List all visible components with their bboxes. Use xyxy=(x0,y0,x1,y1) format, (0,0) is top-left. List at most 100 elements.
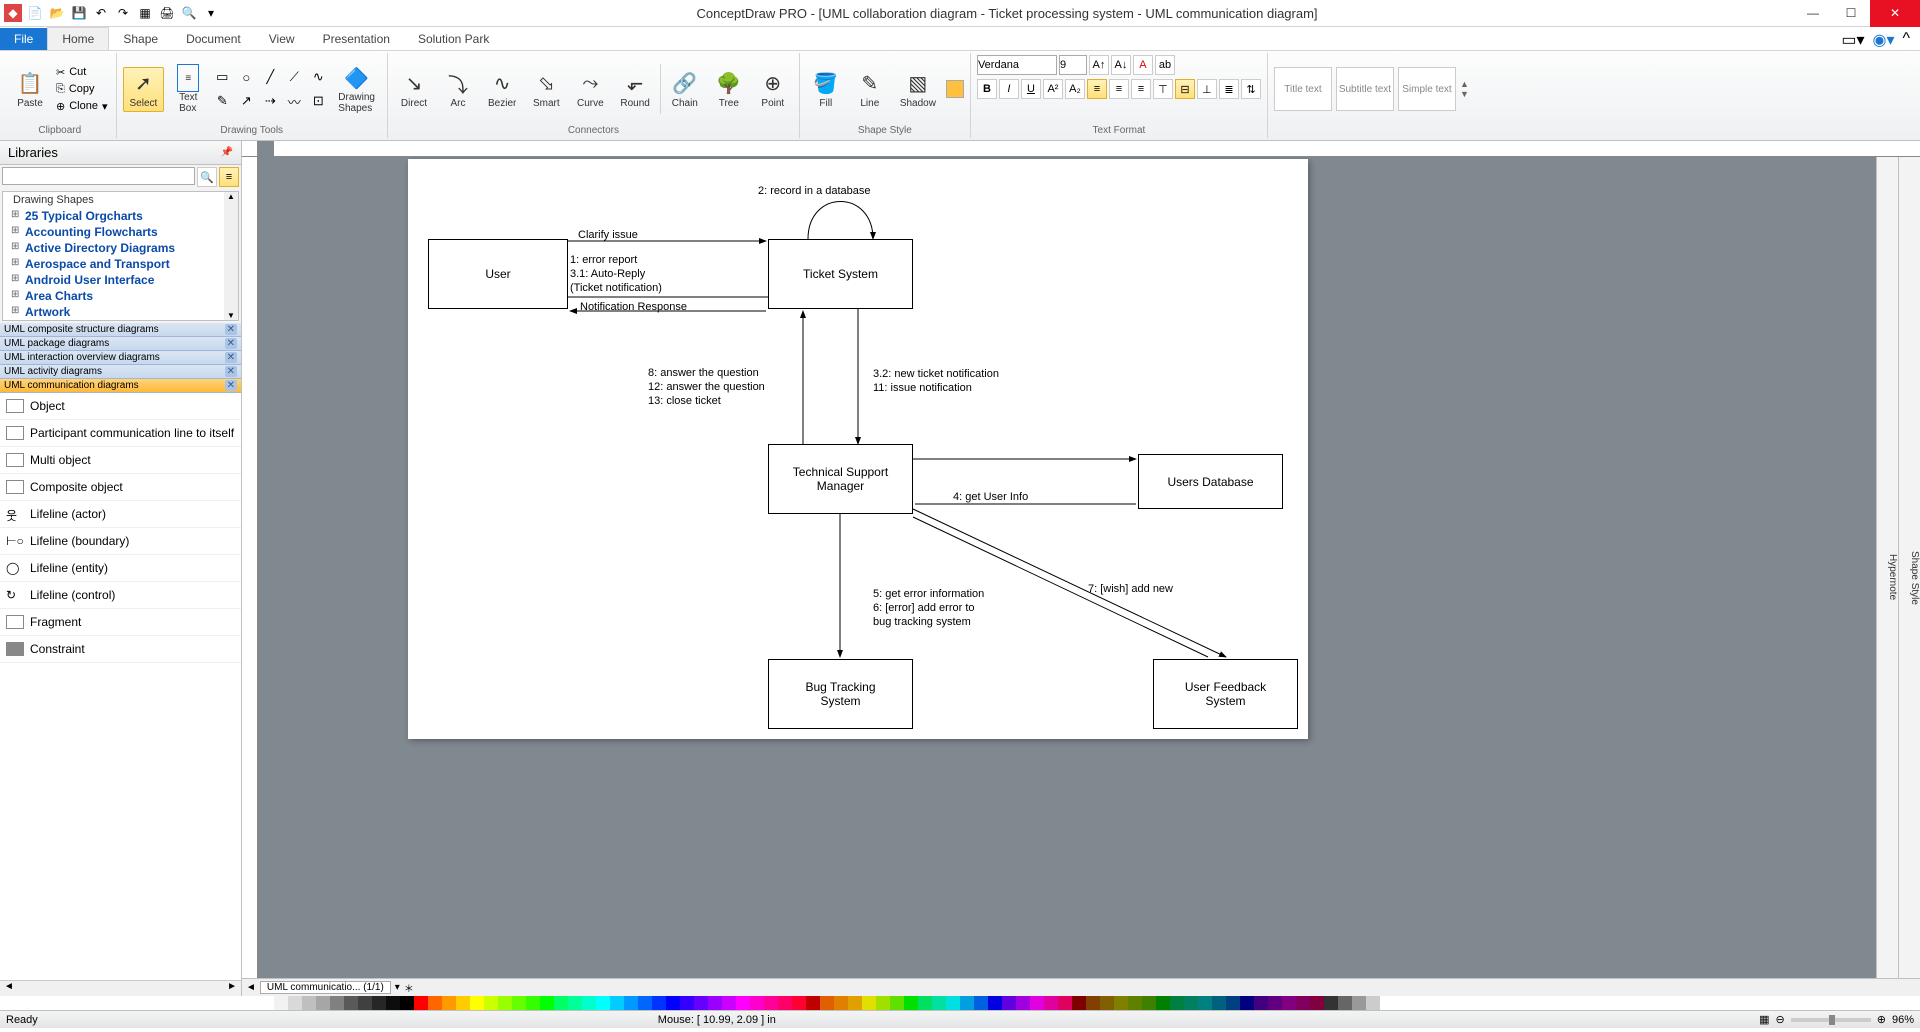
textbox-button[interactable]: ≡Text Box xyxy=(168,62,208,116)
close-icon[interactable]: ✕ xyxy=(225,366,237,377)
line-spacing-button[interactable]: ≣ xyxy=(1219,79,1239,99)
node-bug[interactable]: Bug Tracking System xyxy=(768,659,913,729)
italic-button[interactable]: I xyxy=(999,79,1019,99)
connector-tool-icon[interactable]: ⇢ xyxy=(260,91,280,111)
pin-icon[interactable]: 📌 xyxy=(221,147,233,158)
shape-item[interactable]: Object xyxy=(0,393,241,420)
pen-tool-icon[interactable]: ✎ xyxy=(212,91,232,111)
color-swatch[interactable] xyxy=(1002,996,1016,1010)
shape-item[interactable]: ↻Lifeline (control) xyxy=(0,582,241,609)
rect-tool-icon[interactable]: ▭ xyxy=(212,67,232,87)
grid-icon[interactable]: ▦ xyxy=(136,4,154,22)
arrow-tool-icon[interactable]: ↗ xyxy=(236,91,256,111)
direct-button[interactable]: ↘Direct xyxy=(394,68,434,111)
minimize-button[interactable]: — xyxy=(1794,0,1832,27)
hypernote-pane[interactable]: Hypernote xyxy=(1876,157,1898,978)
color-swatch[interactable] xyxy=(764,996,778,1010)
node-tsm[interactable]: Technical Support Manager xyxy=(768,444,913,514)
align-right-button[interactable]: ≡ xyxy=(1131,79,1151,99)
lib-tab-active[interactable]: UML communication diagrams✕ xyxy=(0,379,241,393)
tab-solutionpark[interactable]: Solution Park xyxy=(404,28,503,50)
color-swatch[interactable] xyxy=(722,996,736,1010)
color-swatch[interactable] xyxy=(932,996,946,1010)
color-swatch[interactable] xyxy=(624,996,638,1010)
sidebar-hscroll[interactable]: ◄► xyxy=(0,980,241,996)
color-swatch[interactable] xyxy=(274,996,288,1010)
copy-button[interactable]: ⎘Copy xyxy=(54,82,110,97)
color-swatch[interactable] xyxy=(1254,996,1268,1010)
color-swatch[interactable] xyxy=(834,996,848,1010)
print-icon[interactable]: 🖨 xyxy=(158,4,176,22)
color-swatch[interactable] xyxy=(484,996,498,1010)
color-swatch[interactable] xyxy=(1268,996,1282,1010)
color-swatch[interactable] xyxy=(960,996,974,1010)
color-swatch[interactable] xyxy=(442,996,456,1010)
zoom-level[interactable]: 96% xyxy=(1892,1014,1914,1026)
point-button[interactable]: ⊕Point xyxy=(753,68,793,111)
color-swatch[interactable] xyxy=(638,996,652,1010)
shape-item[interactable]: Fragment xyxy=(0,609,241,636)
color-swatch[interactable] xyxy=(946,996,960,1010)
color-swatch[interactable] xyxy=(1338,996,1352,1010)
collapse-ribbon-icon[interactable]: ^ xyxy=(1902,30,1910,50)
color-swatch[interactable] xyxy=(1198,996,1212,1010)
color-swatch[interactable] xyxy=(708,996,722,1010)
shape-item[interactable]: ⊢○Lifeline (boundary) xyxy=(0,528,241,555)
color-swatch[interactable] xyxy=(554,996,568,1010)
lib-tab[interactable]: UML interaction overview diagrams✕ xyxy=(0,351,241,365)
shape-item[interactable]: Participant communication line to itself xyxy=(0,420,241,447)
tree-button[interactable]: 🌳Tree xyxy=(709,68,749,111)
color-swatch[interactable] xyxy=(1156,996,1170,1010)
cut-button[interactable]: ✂Cut xyxy=(54,65,110,80)
color-swatch[interactable] xyxy=(1100,996,1114,1010)
tab-home[interactable]: Home xyxy=(47,27,109,50)
chain-button[interactable]: 🔗Chain xyxy=(665,68,705,111)
color-swatch[interactable] xyxy=(1226,996,1240,1010)
paste-button[interactable]: 📋Paste xyxy=(10,68,50,111)
color-swatch[interactable] xyxy=(610,996,624,1010)
close-icon[interactable]: ✕ xyxy=(225,338,237,349)
color-swatch[interactable] xyxy=(596,996,610,1010)
color-swatch[interactable] xyxy=(1310,996,1324,1010)
decrease-font-button[interactable]: A↓ xyxy=(1111,55,1131,75)
color-swatch[interactable] xyxy=(946,80,964,98)
color-swatch[interactable] xyxy=(512,996,526,1010)
color-swatch[interactable] xyxy=(904,996,918,1010)
color-swatch[interactable] xyxy=(862,996,876,1010)
color-swatch[interactable] xyxy=(1170,996,1184,1010)
color-swatch[interactable] xyxy=(876,996,890,1010)
qat-dropdown-icon[interactable]: ▾ xyxy=(202,4,220,22)
highlight-button[interactable]: ab xyxy=(1155,55,1175,75)
zoom-in-icon[interactable]: ⊕ xyxy=(1877,1013,1886,1026)
zoom-out-icon[interactable]: ⊖ xyxy=(1776,1013,1785,1026)
fill-button[interactable]: 🪣Fill xyxy=(806,68,846,111)
color-swatch[interactable] xyxy=(778,996,792,1010)
font-name-select[interactable] xyxy=(977,55,1057,75)
color-swatch[interactable] xyxy=(652,996,666,1010)
color-swatch[interactable] xyxy=(456,996,470,1010)
color-swatch[interactable] xyxy=(792,996,806,1010)
drawing-shapes-button[interactable]: 🔷Drawing Shapes xyxy=(332,62,381,116)
list-view-icon[interactable]: ≡ xyxy=(219,167,239,187)
shape-item[interactable]: Constraint xyxy=(0,636,241,663)
tree-item[interactable]: Aerospace and Transport xyxy=(3,256,238,272)
color-swatch[interactable] xyxy=(344,996,358,1010)
superscript-button[interactable]: A² xyxy=(1043,79,1063,99)
color-swatch[interactable] xyxy=(1044,996,1058,1010)
color-swatch[interactable] xyxy=(1030,996,1044,1010)
color-swatch[interactable] xyxy=(582,996,596,1010)
tab-presentation[interactable]: Presentation xyxy=(309,28,404,50)
increase-font-button[interactable]: A↑ xyxy=(1089,55,1109,75)
bezier-button[interactable]: ∿Bezier xyxy=(482,68,522,111)
new-icon[interactable]: 📄 xyxy=(26,4,44,22)
style-scroll-down-icon[interactable]: ▼ xyxy=(1460,89,1469,99)
diagram-page[interactable]: User Ticket System Technical Support Man… xyxy=(408,159,1308,739)
color-swatch[interactable] xyxy=(540,996,554,1010)
tree-scroll-up-icon[interactable]: ▲ xyxy=(224,192,238,201)
color-swatch[interactable] xyxy=(1352,996,1366,1010)
color-swatch[interactable] xyxy=(750,996,764,1010)
clone-button[interactable]: ⊕Clone▾ xyxy=(54,99,110,114)
color-swatch[interactable] xyxy=(1240,996,1254,1010)
library-search-input[interactable] xyxy=(2,167,195,185)
shape-item[interactable]: Multi object xyxy=(0,447,241,474)
